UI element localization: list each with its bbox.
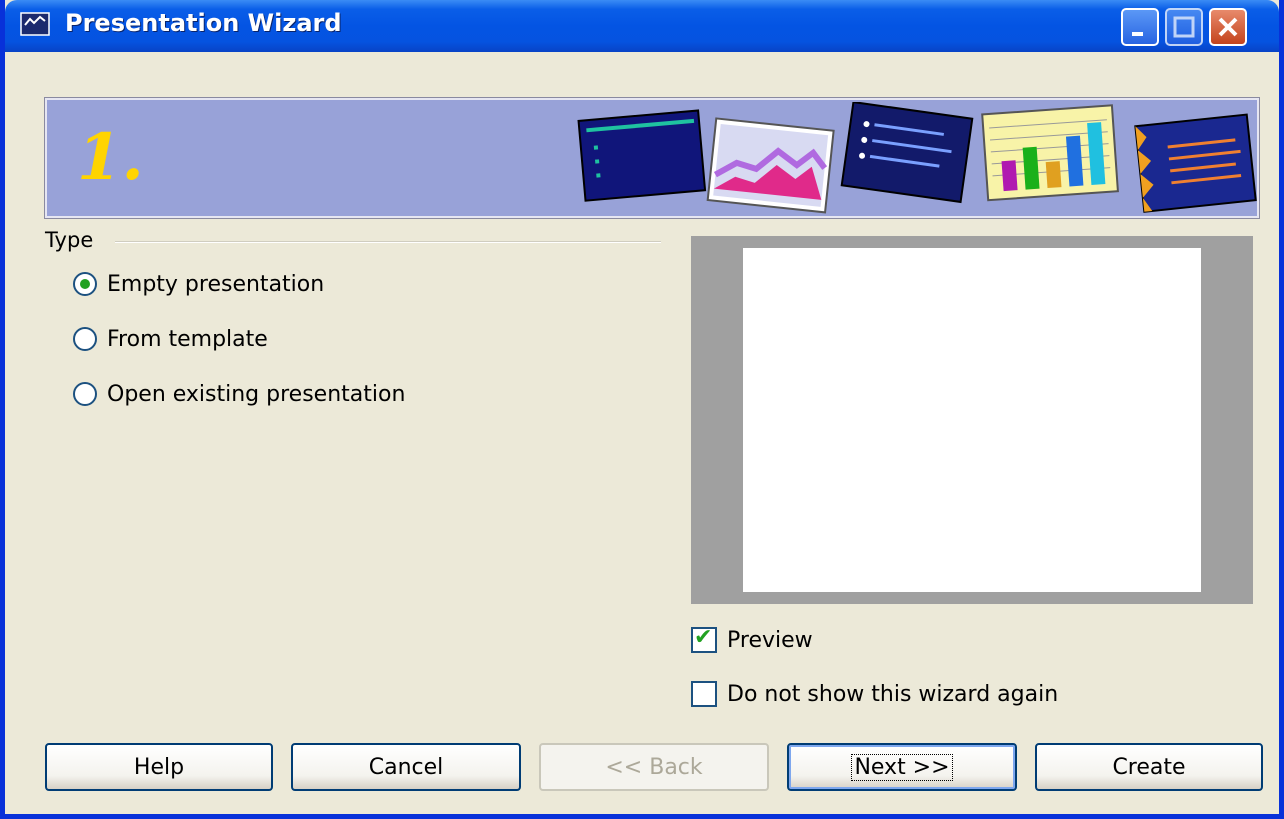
radio-unselected-icon[interactable]: [73, 327, 97, 351]
radio-selected-icon[interactable]: [73, 272, 97, 296]
help-button-label: Help: [133, 754, 185, 780]
help-button[interactable]: Help: [45, 743, 273, 791]
title-bar[interactable]: Presentation Wizard: [5, 0, 1279, 52]
create-button-label: Create: [1112, 754, 1186, 780]
step-number: 1.: [77, 120, 144, 195]
wizard-banner: 1.: [44, 97, 1260, 219]
radio-label: Open existing presentation: [107, 381, 406, 407]
close-button[interactable]: [1209, 8, 1247, 46]
no-show-checkbox-row[interactable]: Do not show this wizard again: [691, 677, 1058, 711]
back-button[interactable]: << Back: [539, 743, 769, 791]
radio-label: Empty presentation: [107, 271, 325, 297]
minimize-icon: [1132, 32, 1143, 36]
radio-empty-presentation[interactable]: Empty presentation: [73, 267, 324, 301]
app-icon: [20, 12, 50, 36]
window-title: Presentation Wizard: [65, 9, 342, 37]
cancel-button[interactable]: Cancel: [291, 743, 521, 791]
preview-checkbox-row[interactable]: ✔ Preview: [691, 623, 813, 657]
radio-unselected-icon[interactable]: [73, 382, 97, 406]
preview-page: [743, 248, 1201, 592]
next-button[interactable]: Next >>: [787, 743, 1017, 791]
radio-from-template[interactable]: From template: [73, 322, 268, 356]
minimize-button[interactable]: [1121, 8, 1159, 46]
preview-checkbox[interactable]: ✔: [691, 625, 717, 653]
type-group-separator: [115, 241, 661, 243]
radio-open-existing[interactable]: Open existing presentation: [73, 377, 405, 411]
preview-label: Preview: [727, 627, 813, 653]
slides-illustration: [577, 102, 1257, 214]
type-group-label: Type: [45, 228, 94, 252]
wizard-window: Presentation Wizard 1. Type Empty presen…: [0, 0, 1284, 819]
cancel-button-label: Cancel: [368, 754, 444, 780]
radio-label: From template: [107, 326, 268, 352]
no-show-checkbox[interactable]: [691, 681, 717, 707]
next-button-label: Next >>: [851, 753, 953, 781]
close-icon: [1218, 17, 1238, 37]
maximize-button[interactable]: [1165, 8, 1203, 46]
maximize-icon: [1173, 16, 1195, 38]
create-button[interactable]: Create: [1035, 743, 1263, 791]
no-show-label: Do not show this wizard again: [727, 681, 1059, 707]
checkmark-icon: ✔: [694, 625, 713, 650]
preview-frame: [691, 236, 1253, 604]
back-button-label: << Back: [605, 754, 703, 780]
